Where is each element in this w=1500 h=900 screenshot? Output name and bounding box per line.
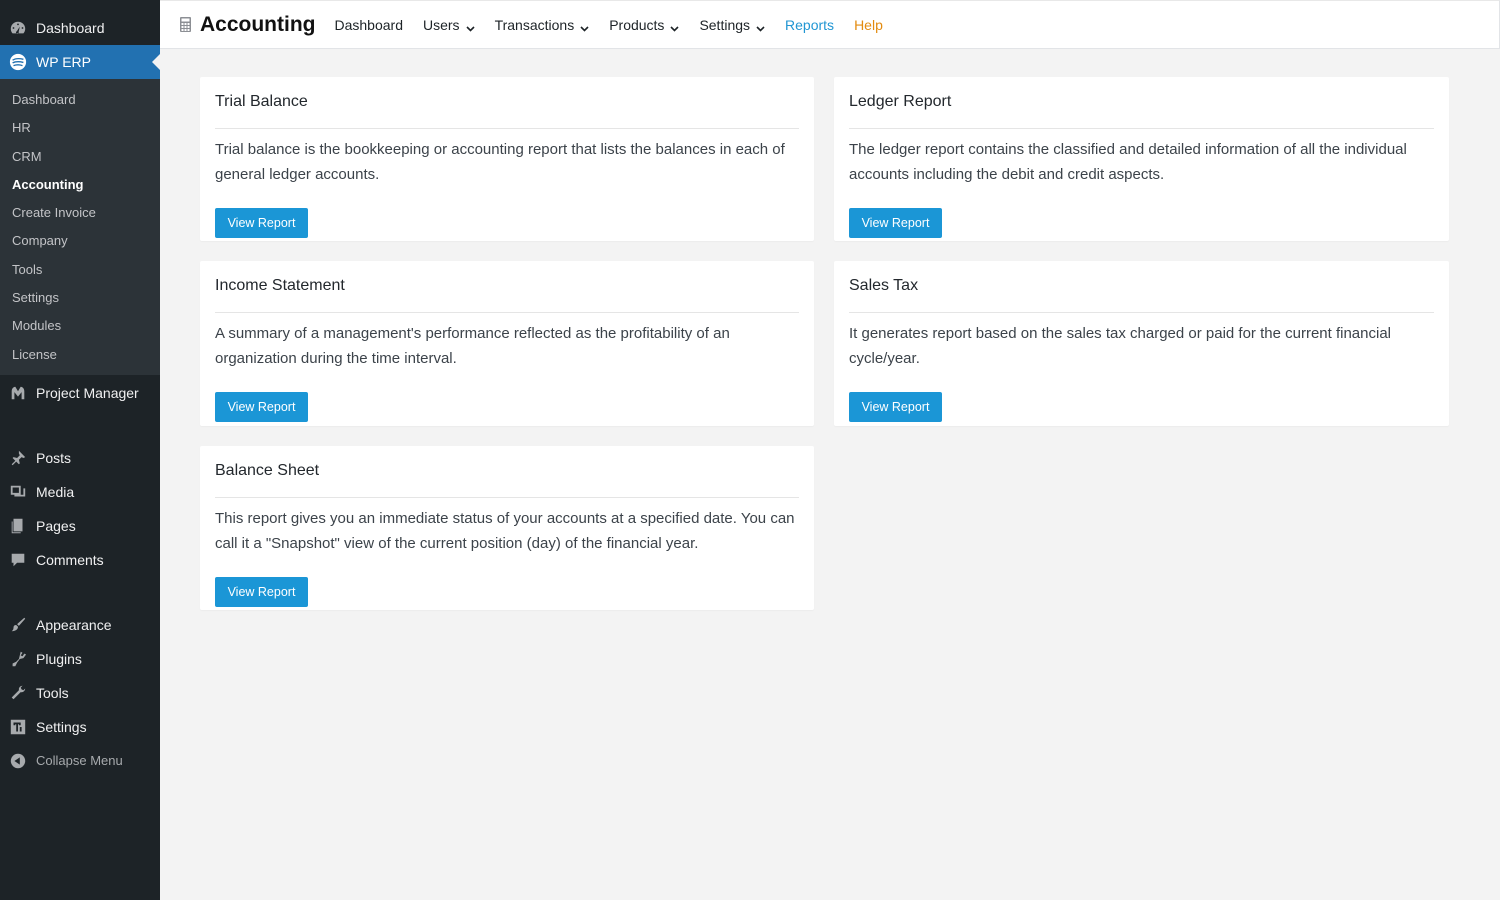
card-title: Ledger Report (849, 92, 1434, 129)
admin-sidebar: Dashboard WP ERP Dashboard HR CRM Accoun… (0, 0, 160, 900)
submenu-create-invoice[interactable]: Create Invoice (0, 199, 160, 227)
report-card-trial-balance: Trial Balance Trial balance is the bookk… (200, 77, 814, 241)
menu-label: Media (36, 483, 75, 500)
view-report-button[interactable]: View Report (215, 208, 308, 238)
nav-label: Help (854, 16, 883, 33)
menu-project-manager[interactable]: Project Manager (0, 376, 160, 410)
menu-label: Appearance (36, 616, 112, 633)
plugin-icon (8, 649, 28, 669)
menu-label: Comments (36, 551, 104, 568)
nav-dashboard[interactable]: Dashboard (335, 17, 404, 33)
menu-label: Plugins (36, 650, 82, 667)
menu-posts[interactable]: Posts (0, 441, 160, 475)
menu-label: Dashboard (36, 20, 105, 36)
wrench-icon (8, 683, 28, 703)
card-description: Trial balance is the bookkeeping or acco… (215, 141, 785, 183)
erp-submenu: Dashboard HR CRM Accounting Create Invoi… (0, 79, 160, 375)
view-report-button[interactable]: View Report (215, 577, 308, 607)
menu-label: Pages (36, 517, 76, 534)
submenu-company[interactable]: Company (0, 227, 160, 255)
nav-label: Users (423, 16, 460, 33)
nav-users[interactable]: Users (423, 17, 475, 33)
nav-reports[interactable]: Reports (785, 17, 834, 33)
media-icon (8, 482, 28, 502)
menu-comments[interactable]: Comments (0, 543, 160, 577)
submenu-accounting[interactable]: Accounting (0, 171, 160, 199)
card-title: Sales Tax (849, 276, 1434, 313)
collapse-label: Collapse Menu (36, 753, 123, 769)
menu-plugins[interactable]: Plugins (0, 642, 160, 676)
submenu-dashboard[interactable]: Dashboard (0, 86, 160, 114)
card-description: A summary of a management's performance … (215, 325, 730, 367)
card-description: This report gives you an immediate statu… (215, 510, 795, 552)
pages-icon (8, 516, 28, 536)
submenu-modules[interactable]: Modules (0, 312, 160, 340)
nav-label: Transactions (494, 16, 575, 33)
brand: Accounting (180, 13, 316, 37)
menu-media[interactable]: Media (0, 475, 160, 509)
nav-products[interactable]: Products (609, 16, 680, 33)
menu-dashboard[interactable]: Dashboard (0, 11, 160, 45)
report-card-sales-tax: Sales Tax It generates report based on t… (834, 261, 1449, 426)
chevron-down-icon (670, 20, 680, 32)
submenu-crm[interactable]: CRM (0, 143, 160, 171)
chevron-down-icon (580, 20, 589, 32)
nav-label: Settings (699, 16, 751, 33)
card-title: Trial Balance (215, 92, 799, 129)
card-title: Income Statement (215, 276, 799, 313)
nav-label: Products (609, 16, 665, 33)
menu-settings[interactable]: Settings (0, 710, 160, 744)
dashboard-icon (8, 18, 28, 38)
nav-label: Reports (785, 16, 835, 33)
submenu-settings[interactable]: Settings (0, 284, 160, 312)
nav-transactions[interactable]: Transactions (495, 17, 590, 33)
comment-icon (8, 550, 28, 570)
pin-icon (8, 448, 28, 468)
report-card-balance-sheet: Balance Sheet This report gives you an i… (200, 446, 814, 610)
view-report-button[interactable]: View Report (849, 392, 942, 422)
menu-label: Tools (36, 684, 69, 701)
menu-pages[interactable]: Pages (0, 509, 160, 543)
nav-help[interactable]: Help (854, 17, 883, 33)
report-card-ledger-report: Ledger Report The ledger report contains… (834, 77, 1449, 241)
chevron-down-icon (465, 20, 475, 32)
submenu-hr[interactable]: HR (0, 114, 160, 142)
project-manager-icon (8, 383, 28, 403)
chevron-down-icon (756, 20, 765, 32)
nav-settings[interactable]: Settings (699, 17, 765, 33)
accounting-topbar: Accounting Dashboard Users Transactions … (160, 0, 1500, 49)
page-title: Accounting (200, 12, 316, 36)
menu-label: Posts (36, 449, 72, 466)
submenu-tools[interactable]: Tools (0, 256, 160, 284)
menu-label: Project Manager (36, 384, 139, 401)
card-description: It generates report based on the sales t… (849, 325, 1391, 367)
card-description: The ledger report contains the classifie… (849, 141, 1407, 183)
card-title: Balance Sheet (215, 461, 799, 498)
wp-erp-icon (8, 52, 28, 72)
view-report-button[interactable]: View Report (215, 392, 308, 422)
menu-label: Settings (36, 718, 87, 735)
submenu-license[interactable]: License (0, 341, 160, 369)
nav-label: Dashboard (334, 16, 404, 33)
menu-appearance[interactable]: Appearance (0, 608, 160, 642)
view-report-button[interactable]: View Report (849, 208, 942, 238)
calculator-icon (180, 17, 191, 32)
paintbrush-icon (8, 615, 28, 635)
menu-tools[interactable]: Tools (0, 676, 160, 710)
collapse-menu-button[interactable]: Collapse Menu (0, 744, 160, 778)
report-card-income-statement: Income Statement A summary of a manageme… (200, 261, 814, 426)
sliders-icon (8, 717, 28, 737)
collapse-arrow-icon (8, 751, 28, 771)
menu-wp-erp[interactable]: WP ERP (0, 45, 160, 79)
menu-label: WP ERP (36, 54, 91, 70)
